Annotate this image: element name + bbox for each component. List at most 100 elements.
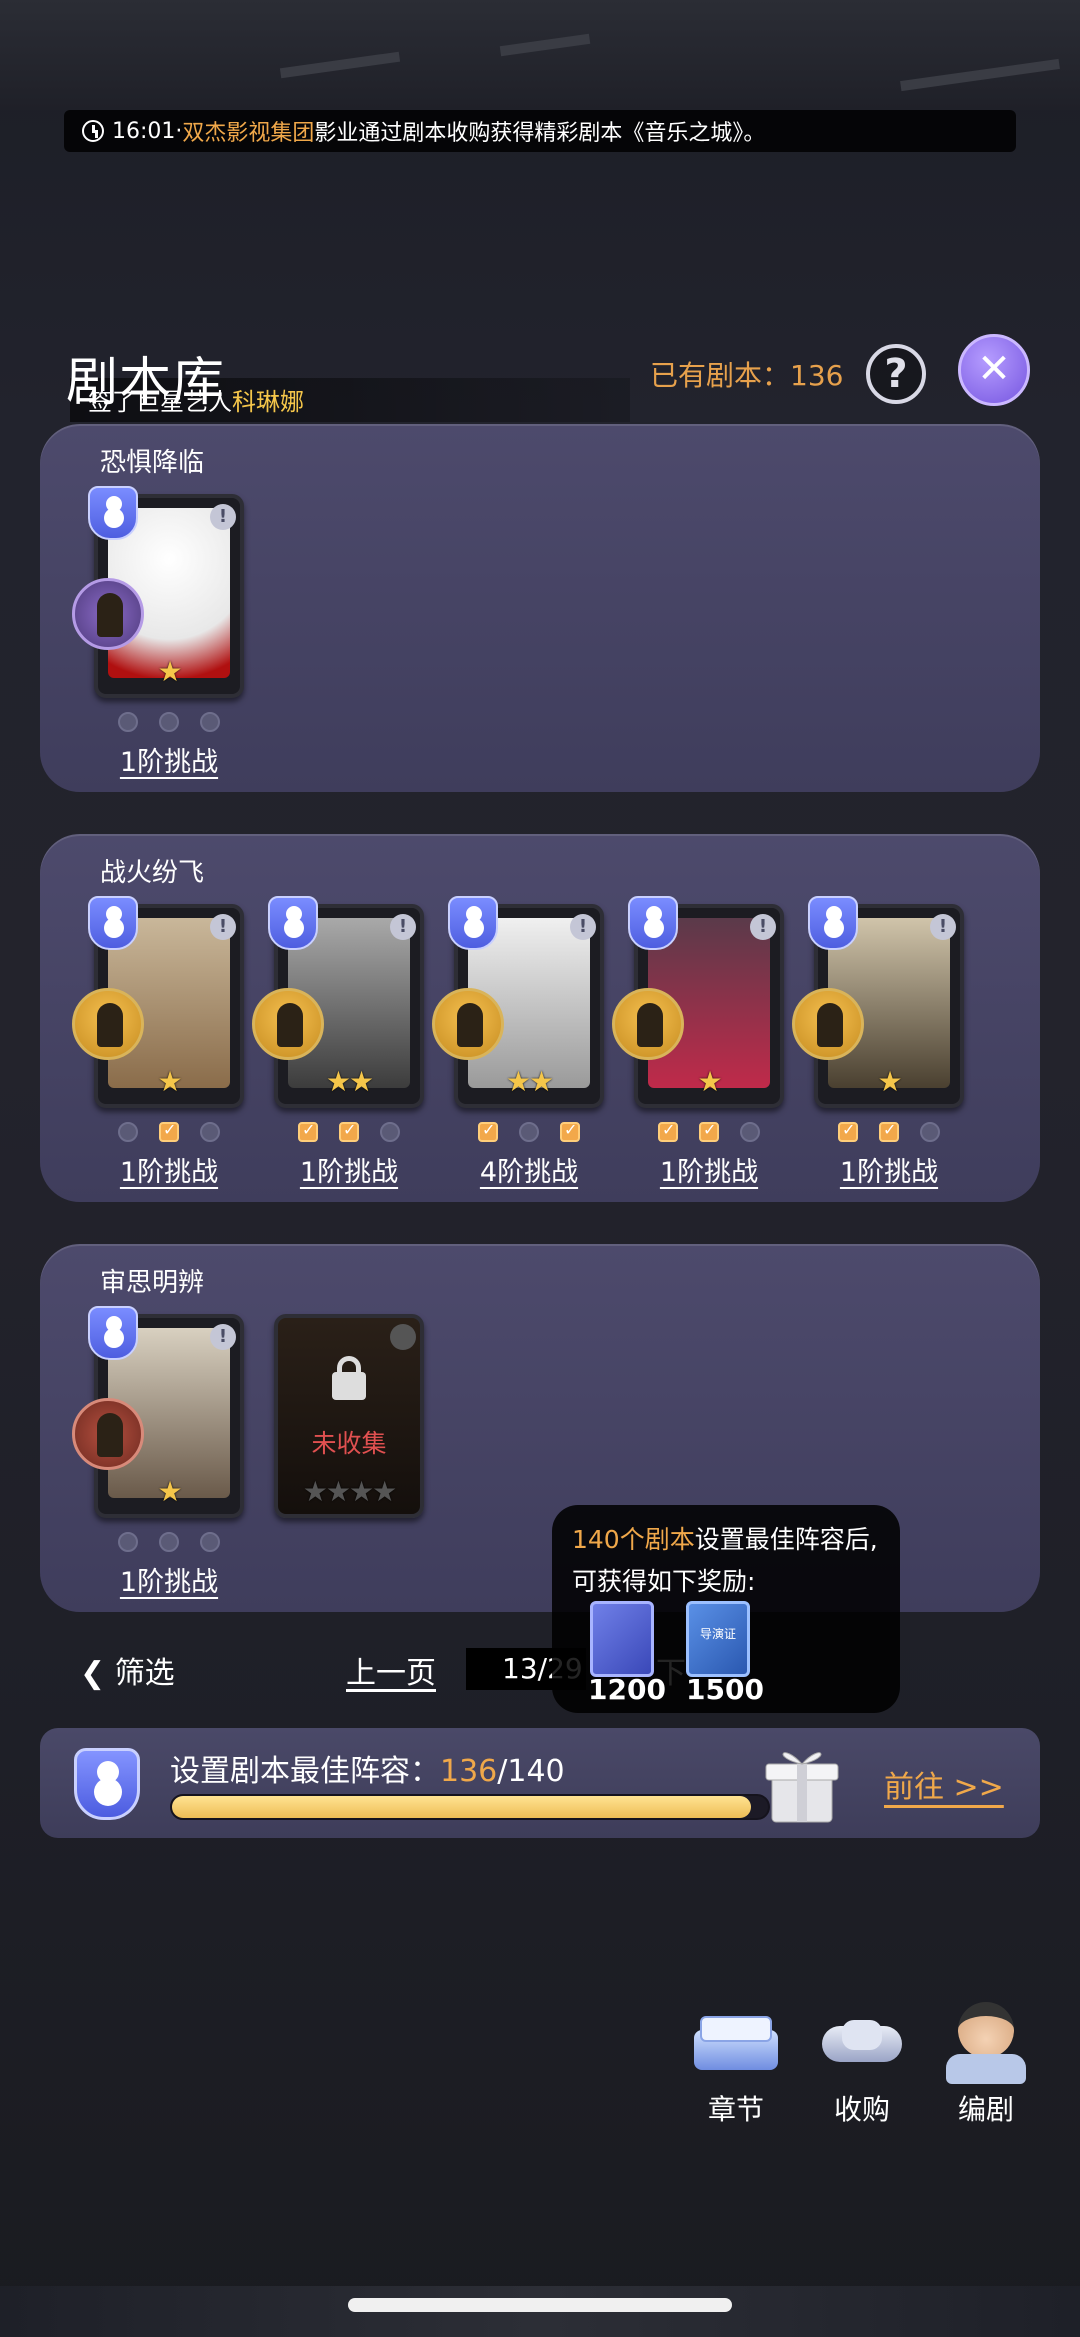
star-rating: ★ (157, 1065, 182, 1098)
group-title: 审思明辨 (100, 1268, 205, 1298)
question-icon: ? (884, 351, 908, 397)
info-icon (390, 1324, 416, 1350)
writer-avatar-icon (936, 2000, 1036, 2084)
top-background (0, 0, 1080, 110)
reward-amount: 1200 (588, 1673, 666, 1706)
ticker-company: 双杰影视集团 (182, 121, 315, 146)
clock-icon (82, 120, 104, 142)
script-card[interactable]: ! ★ (612, 896, 784, 1108)
reward-tooltip: 140个剧本设置最佳阵容后, 可获得如下奖励: 导演证 1200 1500 (552, 1505, 900, 1713)
role-avatar (432, 988, 504, 1060)
dock-label: 收购 (833, 2093, 890, 2126)
script-card[interactable]: ! ★ (72, 896, 244, 1108)
news-ticker: 16:01 · 双杰影视集团 影业通过剧本收购获得精彩剧本《音乐之城》。 (64, 110, 1016, 152)
challenge-link[interactable]: 1阶挑战 (94, 1560, 244, 1599)
lineup-badge-icon (88, 1306, 138, 1360)
page-title: 剧本库 (66, 353, 226, 413)
challenge-link[interactable]: 1阶挑战 (274, 1150, 424, 1189)
challenge-link[interactable]: 4阶挑战 (454, 1150, 604, 1189)
signing-name: 科琳娜 (232, 388, 304, 416)
screenwriter-button[interactable]: 编剧 (926, 2000, 1046, 2128)
info-icon[interactable]: ! (930, 914, 956, 940)
lineup-badge-icon (628, 896, 678, 950)
role-avatar (612, 988, 684, 1060)
challenge-dots (824, 1120, 954, 1146)
group-title: 恐惧降临 (100, 448, 205, 478)
lineup-badge-icon (268, 896, 318, 950)
popup-line1-rest: 设置最佳阵容后, (694, 1525, 878, 1554)
star-rating: ★ (157, 1475, 182, 1508)
role-avatar (252, 988, 324, 1060)
challenge-dots (104, 1120, 234, 1146)
lineup-badge-icon (74, 1748, 140, 1820)
popup-line1: 140个剧本设置最佳阵容后, (572, 1519, 900, 1561)
progress-bar (170, 1794, 770, 1820)
role-avatar (792, 988, 864, 1060)
challenge-link[interactable]: 1阶挑战 (814, 1150, 964, 1189)
acquire-button[interactable]: 收购 (802, 2000, 922, 2128)
role-avatar (72, 1398, 144, 1470)
owned-count: 已有剧本：136 (650, 354, 843, 394)
script-card[interactable]: ! ★ (72, 486, 244, 698)
owned-number: 136 (790, 359, 844, 392)
ticker-message: 影业通过剧本收购获得精彩剧本《音乐之城》。 (314, 121, 766, 146)
challenge-link[interactable]: 1阶挑战 (94, 740, 244, 779)
progress-total: /140 (497, 1754, 565, 1789)
handshake-icon (812, 2000, 912, 2084)
filter-button[interactable]: ❮ 筛选 (80, 1648, 175, 1692)
star-rating: ★★ (325, 1065, 374, 1098)
dock-label: 章节 (707, 2093, 764, 2126)
progress-fill (172, 1796, 751, 1818)
challenge-link[interactable]: 1阶挑战 (94, 1150, 244, 1189)
role-avatar (72, 988, 144, 1060)
script-card[interactable]: ! ★ (792, 896, 964, 1108)
star-rating: ★ (157, 655, 182, 688)
locked-script-card[interactable]: 未收集 ★★★★ (274, 1314, 424, 1518)
ticker-sep: · (175, 118, 183, 144)
info-icon[interactable]: ! (570, 914, 596, 940)
home-indicator[interactable] (348, 2298, 732, 2312)
filter-label: 筛选 (114, 1656, 175, 1691)
info-icon[interactable]: ! (210, 914, 236, 940)
empty-stars: ★★★★ (302, 1475, 397, 1508)
chapters-button[interactable]: 章节 (676, 2000, 796, 2128)
info-icon[interactable]: ! (390, 914, 416, 940)
help-button[interactable]: ? (866, 344, 926, 404)
close-button[interactable]: ✕ (958, 334, 1030, 406)
script-card[interactable]: ! ★★ (252, 896, 424, 1108)
owned-label: 已有剧本： (650, 359, 791, 392)
goto-button[interactable]: 前往 >> (884, 1762, 1004, 1806)
progress-label: 设置剧本最佳阵容： (170, 1754, 440, 1789)
info-icon[interactable]: ! (750, 914, 776, 940)
script-card[interactable]: ! ★ (72, 1306, 244, 1518)
challenge-dots (644, 1120, 774, 1146)
script-book-icon (590, 1601, 654, 1677)
star-rating: ★ (877, 1065, 902, 1098)
star-rating: ★★ (505, 1065, 554, 1098)
popup-count: 140个剧本 (572, 1525, 695, 1554)
ticker-time: 16:01 (112, 118, 176, 144)
script-card[interactable]: ! ★★ (432, 896, 604, 1108)
lineup-badge-icon (808, 896, 858, 950)
gift-box-icon[interactable] (762, 1738, 842, 1826)
chevron-left-icon: ❮ (80, 1656, 115, 1691)
director-certificate-icon: 导演证 (686, 1601, 750, 1677)
info-icon[interactable]: ! (210, 504, 236, 530)
challenge-dots (284, 1120, 414, 1146)
progress-current: 136 (440, 1754, 498, 1789)
lineup-badge-icon (88, 486, 138, 540)
challenge-dots (104, 712, 234, 736)
info-icon[interactable]: ! (210, 1324, 236, 1350)
prev-page-button[interactable]: 上一页 (346, 1648, 436, 1692)
lineup-badge-icon (448, 896, 498, 950)
challenge-dots (104, 1532, 234, 1556)
group-title: 战火纷飞 (100, 858, 205, 888)
challenge-link[interactable]: 1阶挑战 (634, 1150, 784, 1189)
book-stack-icon (686, 2000, 786, 2084)
best-lineup-progress: 设置剧本最佳阵容：136/140 前往 >> (40, 1728, 1040, 1838)
reward-amount: 1500 (686, 1673, 764, 1706)
role-avatar (72, 578, 144, 650)
popup-line2: 可获得如下奖励: (572, 1567, 756, 1596)
close-icon: ✕ (977, 346, 1011, 392)
challenge-dots (464, 1120, 594, 1146)
